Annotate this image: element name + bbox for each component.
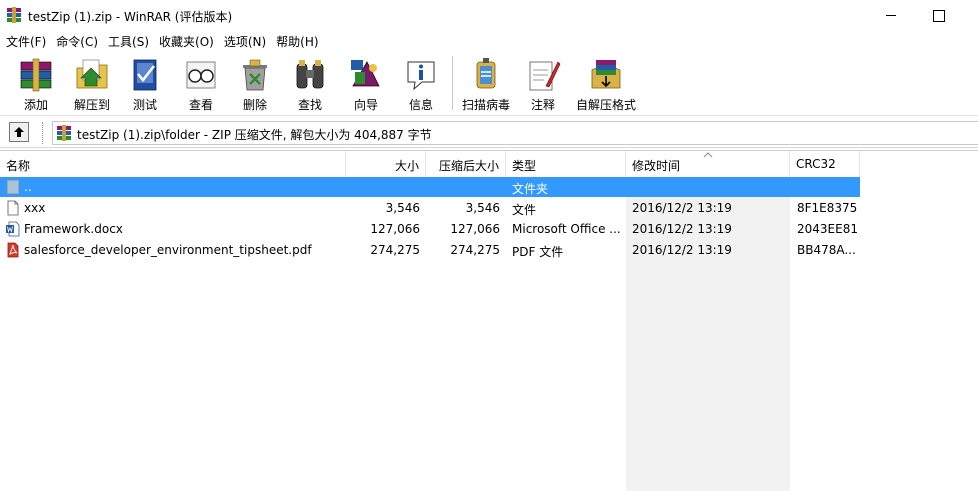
column-header-crc[interactable]: CRC32 bbox=[790, 151, 860, 177]
title-bar: testZip (1).zip - WinRAR (评估版本) bbox=[0, 0, 978, 30]
file-crc: BB478A... bbox=[797, 243, 856, 257]
minimize-button[interactable] bbox=[868, 0, 914, 30]
test-archive-icon bbox=[133, 59, 157, 91]
delete-button[interactable]: 删除 bbox=[232, 52, 278, 114]
add-archive-icon bbox=[20, 58, 52, 92]
file-crc: 8F1E8375 bbox=[797, 201, 858, 215]
view-label: 查看 bbox=[188, 98, 213, 112]
extract-to-button[interactable]: 解压到 bbox=[66, 52, 118, 114]
file-type: PDF 文件 bbox=[512, 245, 564, 259]
scan-virus-button[interactable]: 扫描病毒 bbox=[458, 52, 514, 114]
sfx-label: 自解压格式 bbox=[575, 98, 636, 112]
wizard-button[interactable]: 向导 bbox=[340, 52, 392, 114]
file-row[interactable]: Framework.docx 127,066 127,066 Microsoft… bbox=[0, 219, 860, 239]
wizard-icon bbox=[351, 60, 380, 87]
file-modified: 2016/12/2 13:19 bbox=[632, 243, 732, 257]
file-modified: 2016/12/2 13:19 bbox=[632, 201, 732, 215]
toolbar: 添加 解压到 测试 查看 删除 查找 向导 信息 扫描病毒 注释 自解压格式 bbox=[0, 50, 978, 116]
address-path-text: testZip (1).zip\folder - ZIP 压缩文件, 解包大小为… bbox=[77, 128, 432, 142]
up-folder-button[interactable] bbox=[9, 122, 29, 142]
column-header-size[interactable]: 大小 bbox=[346, 151, 426, 177]
file-packed-size: 127,066 bbox=[450, 222, 500, 236]
menu-tools[interactable]: 工具(S) bbox=[104, 30, 153, 50]
file-row[interactable]: xxx 3,546 3,546 文件 2016/12/2 13:19 8F1E8… bbox=[0, 198, 860, 218]
file-size: 127,066 bbox=[370, 222, 420, 236]
extract-to-label: 解压到 bbox=[73, 98, 110, 112]
file-name: salesforce_developer_environment_tipshee… bbox=[24, 243, 312, 257]
scan-virus-label: 扫描病毒 bbox=[461, 98, 510, 112]
list-header: 名称 大小 压缩后大小 类型 修改时间 CRC32 bbox=[0, 151, 978, 177]
find-button[interactable]: 查找 bbox=[286, 52, 334, 114]
word-doc-icon bbox=[6, 221, 20, 237]
add-button[interactable]: 添加 bbox=[10, 52, 62, 114]
test-label: 测试 bbox=[132, 98, 157, 112]
menu-favorites[interactable]: 收藏夹(O) bbox=[155, 30, 218, 50]
pdf-file-icon bbox=[7, 242, 19, 258]
file-modified: 2016/12/2 13:19 bbox=[632, 222, 732, 236]
find-binoculars-icon bbox=[296, 60, 324, 89]
virus-scan-icon bbox=[476, 58, 496, 89]
window-title: testZip (1).zip - WinRAR (评估版本) bbox=[28, 10, 233, 24]
file-row-parent[interactable]: .. 文件夹 bbox=[0, 177, 860, 197]
column-header-type[interactable]: 类型 bbox=[506, 151, 626, 177]
menu-commands[interactable]: 命令(C) bbox=[52, 30, 102, 50]
test-button[interactable]: 测试 bbox=[122, 52, 168, 114]
file-size: 3,546 bbox=[385, 201, 420, 215]
file-type: Microsoft Office ... bbox=[512, 222, 621, 236]
delete-trash-icon bbox=[243, 59, 267, 91]
add-label: 添加 bbox=[23, 98, 48, 112]
file-row[interactable]: salesforce_developer_environment_tipshee… bbox=[0, 240, 860, 260]
maximize-button[interactable] bbox=[914, 0, 960, 30]
view-button[interactable]: 查看 bbox=[176, 52, 226, 114]
extract-folder-icon bbox=[76, 59, 108, 89]
info-label: 信息 bbox=[408, 98, 433, 112]
sort-ascending-icon bbox=[703, 152, 713, 158]
comment-pen-icon bbox=[529, 61, 561, 91]
info-icon bbox=[407, 61, 435, 91]
file-crc: 2043EE81 bbox=[797, 222, 858, 236]
menu-bar: 文件(F) 命令(C) 工具(S) 收藏夹(O) 选项(N) 帮助(H) bbox=[0, 30, 978, 50]
parent-folder-icon bbox=[6, 179, 20, 195]
sfx-button[interactable]: 自解压格式 bbox=[572, 52, 640, 114]
menu-file[interactable]: 文件(F) bbox=[2, 30, 50, 50]
wizard-label: 向导 bbox=[353, 98, 378, 112]
address-path-field[interactable]: testZip (1).zip\folder - ZIP 压缩文件, 解包大小为… bbox=[52, 121, 978, 145]
archive-icon bbox=[57, 125, 71, 141]
view-glasses-icon bbox=[186, 61, 216, 89]
file-name: xxx bbox=[24, 201, 46, 215]
menu-options[interactable]: 选项(N) bbox=[220, 30, 270, 50]
file-name: Framework.docx bbox=[24, 222, 123, 236]
toolbar-separator bbox=[452, 56, 453, 110]
column-header-packed[interactable]: 压缩后大小 bbox=[426, 151, 506, 177]
column-header-name[interactable]: 名称 bbox=[0, 151, 346, 177]
up-arrow-icon bbox=[14, 127, 24, 137]
comment-label: 注释 bbox=[530, 98, 555, 112]
file-packed-size: 274,275 bbox=[450, 243, 500, 257]
winrar-books-icon bbox=[7, 7, 21, 23]
address-grip bbox=[42, 122, 46, 144]
file-name: .. bbox=[24, 180, 32, 194]
menu-help[interactable]: 帮助(H) bbox=[272, 30, 322, 50]
file-packed-size: 3,546 bbox=[465, 201, 500, 215]
delete-label: 删除 bbox=[242, 98, 267, 112]
file-size: 274,275 bbox=[370, 243, 420, 257]
sfx-box-icon bbox=[591, 60, 621, 89]
comment-button[interactable]: 注释 bbox=[520, 52, 566, 114]
file-type: 文件 bbox=[512, 203, 537, 217]
blank-file-icon bbox=[7, 200, 19, 216]
find-label: 查找 bbox=[297, 98, 322, 112]
info-button[interactable]: 信息 bbox=[396, 52, 446, 114]
file-list: 名称 大小 压缩后大小 类型 修改时间 CRC32 .. 文件夹 xxx 3,5… bbox=[0, 150, 978, 491]
address-bar: testZip (1).zip\folder - ZIP 压缩文件, 解包大小为… bbox=[0, 118, 978, 148]
file-type: 文件夹 bbox=[512, 182, 549, 196]
